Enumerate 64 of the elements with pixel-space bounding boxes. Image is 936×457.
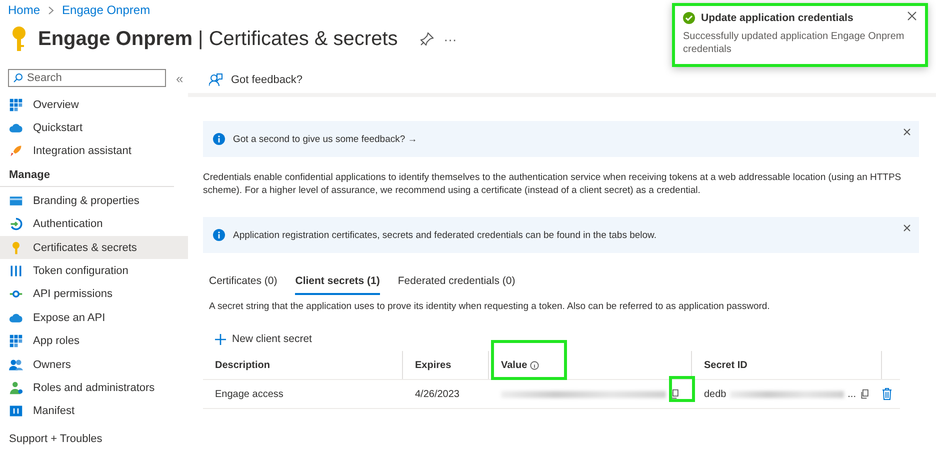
copy-button[interactable] <box>860 389 870 399</box>
info-icon <box>213 229 225 241</box>
sidebar-item[interactable]: Branding & properties <box>0 189 188 213</box>
column-header: Description <box>203 351 403 379</box>
sidebar-item[interactable]: Token configuration <box>0 259 188 283</box>
more-button[interactable]: ··· <box>444 32 457 46</box>
key-icon <box>10 26 28 52</box>
breadcrumb-link[interactable]: Home <box>8 3 40 17</box>
breadcrumb-link[interactable]: Engage Onprem <box>62 3 150 17</box>
table-cell: 4/26/2023 <box>403 379 489 409</box>
sidebar-item[interactable]: Overview <box>0 93 188 116</box>
search-field[interactable]: Search <box>8 69 166 87</box>
section-heading: Support + Troubles <box>8 432 104 448</box>
grid-icon <box>9 334 23 348</box>
close-button[interactable] <box>907 11 917 21</box>
card-icon <box>9 194 23 208</box>
bars-icon <box>9 264 23 278</box>
sidebar-item[interactable]: Quickstart <box>0 116 188 140</box>
sidebar-item[interactable]: App roles <box>0 330 188 353</box>
copy-button[interactable] <box>670 389 680 399</box>
banner-text: Application registration certificates, secrets and federated credentials can be found in the tabs below. <box>233 230 657 240</box>
section-heading: Manage <box>0 163 174 188</box>
table-cell: ... <box>848 388 856 400</box>
sidebar-item[interactable]: Manifest <box>0 400 188 424</box>
info-icon <box>213 133 225 145</box>
description-text: Credentials enable confidential applications to identify themselves to the authentication service when receiving tokens at a web addressable location (using an HTTPS scheme). For a higher level of assurance, we recommend using a certificate (instead of a client secret) as a credential. <box>203 171 902 197</box>
new-secret-button[interactable]: New client secret <box>215 333 312 345</box>
banner-text[interactable]: Got a second to give us some feedback? → <box>233 134 418 144</box>
sign-in-icon <box>9 217 23 232</box>
table-cell: dedb <box>704 388 726 400</box>
person-icon <box>9 380 23 395</box>
tab[interactable]: Client secrets (1) <box>295 271 380 295</box>
collapse-button[interactable]: « <box>176 70 184 86</box>
info-icon <box>530 360 540 370</box>
cloud-icon <box>9 121 23 136</box>
notification-title: Update application credentials <box>701 12 854 24</box>
pin-icon[interactable] <box>420 32 434 46</box>
sidebar-item[interactable]: Certificates & secrets <box>0 236 188 260</box>
sidebar-item[interactable]: API permissions <box>0 282 188 306</box>
tab[interactable]: Certificates (0) <box>209 271 278 295</box>
people-icon <box>9 358 23 372</box>
highlight-frame <box>669 376 695 402</box>
column-header: Value <box>489 351 692 379</box>
table-cell: Engage access <box>203 379 403 409</box>
grid-icon <box>9 98 23 112</box>
column-header: Secret ID <box>692 351 882 379</box>
chevron-icon <box>48 6 54 14</box>
manifest-icon <box>9 404 23 418</box>
tab[interactable]: Federated credentials (0) <box>398 271 516 295</box>
page-title: Engage Onprem | Certificates & secrets <box>38 28 398 50</box>
sidebar-item[interactable]: Owners <box>0 352 188 376</box>
sidebar-item[interactable]: Integration assistant <box>0 140 188 164</box>
feedback-button[interactable]: Got feedback? <box>203 69 919 91</box>
tab-description: A secret string that the application uses to prove its identity when requesting a token. Also can be referred to as application password. <box>209 301 771 312</box>
feedback-icon <box>209 73 223 87</box>
sidebar-item[interactable]: Authentication <box>0 212 188 236</box>
rocket-icon <box>9 144 23 158</box>
sidebar-item[interactable]: Roles and administrators <box>0 376 188 400</box>
plus-icon <box>215 334 226 344</box>
sidebar-item[interactable]: Expose an API <box>0 306 188 330</box>
column-header: Expires <box>403 351 489 379</box>
success-icon <box>683 12 695 24</box>
delete-icon[interactable] <box>882 388 892 400</box>
notification-message: Successfully updated application Engage Onprem credentials <box>683 30 906 56</box>
